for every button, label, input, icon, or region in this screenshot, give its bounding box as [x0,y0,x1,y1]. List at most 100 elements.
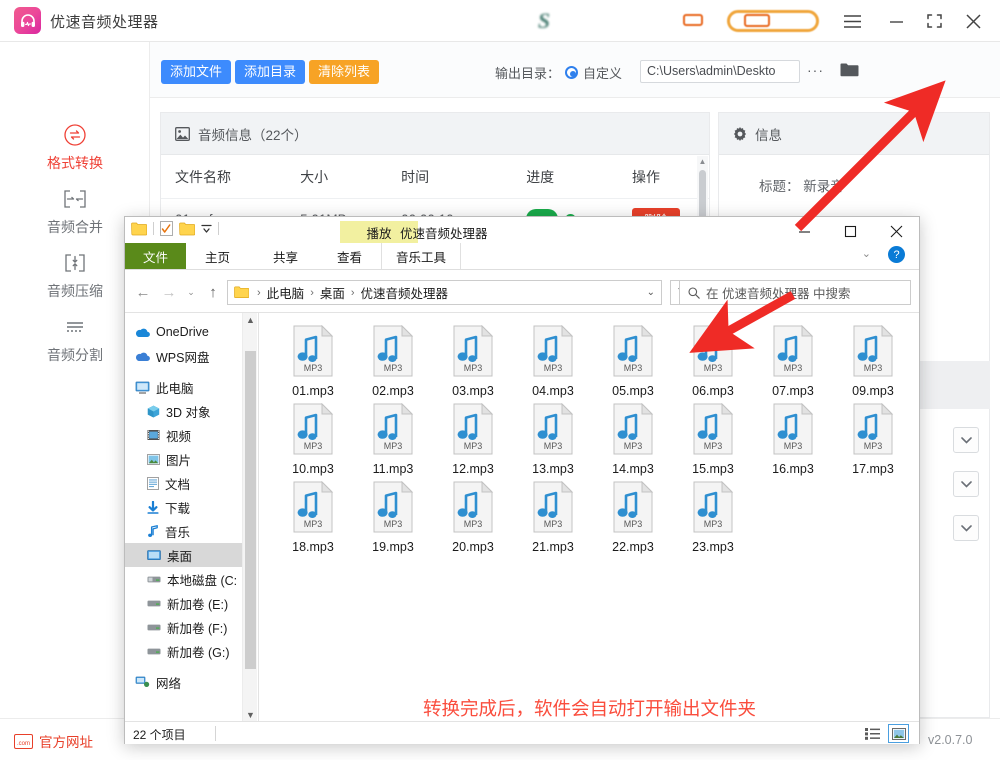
clear-list-button[interactable]: 清除列表 [309,60,380,84]
explorer-close-icon[interactable] [873,217,919,246]
tree-item-pictures[interactable]: 图片 [125,447,257,471]
dropdown-icon[interactable] [201,224,212,233]
ribbon-tab-file[interactable]: 文件 [125,243,187,269]
file-item-label: 07.mp3 [772,384,814,398]
file-item[interactable]: MP3 20.mp3 [433,480,513,559]
tree-item-label: 新加卷 (F:) [167,621,228,636]
svg-text:MP3: MP3 [704,519,723,529]
file-item[interactable]: MP3 14.mp3 [593,402,673,481]
browse-dots-button[interactable]: ··· [807,62,824,78]
explorer-minimize-icon[interactable] [781,217,827,246]
new-folder-icon[interactable] [179,222,195,236]
custom-radio-label: 自定义 [583,66,623,81]
tree-item-volume-g[interactable]: 新加卷 (G:) [125,639,257,663]
collapse-ribbon-chevron-down-icon[interactable]: ⌄ [862,247,871,260]
file-item[interactable]: MP3 15.mp3 [673,402,753,481]
file-item[interactable]: MP3 22.mp3 [593,480,673,559]
tree-item-network[interactable]: 网络 [125,670,257,694]
maximize-icon[interactable] [922,10,946,32]
add-directory-button[interactable]: 添加目录 [235,60,306,84]
tree-item-wps-cloud[interactable]: WPS网盘 [125,344,257,368]
custom-output-radio[interactable]: 自定义 [565,63,622,82]
file-item-label: 11.mp3 [372,462,414,476]
onedrive-icon [135,328,150,337]
tree-item-videos[interactable]: 视频 [125,423,257,447]
explorer-ribbon-tabs: 文件 主页 共享 查看 音乐工具 [125,243,919,269]
info-select-1[interactable] [953,427,979,453]
file-item[interactable]: MP3 01.mp3 [273,324,353,403]
redacted-element-2 [727,10,819,32]
close-icon[interactable] [961,10,985,32]
file-item[interactable]: MP3 16.mp3 [753,402,833,481]
tree-scrollbar-thumb[interactable] [245,351,256,669]
file-item[interactable]: MP3 12.mp3 [433,402,513,481]
image-info-icon [175,126,190,141]
scroll-up-icon[interactable]: ▲ [698,157,707,166]
file-item[interactable]: MP3 19.mp3 [353,480,433,559]
folder-icon[interactable] [131,222,147,236]
tree-item-this-pc[interactable]: 此电脑 [125,375,257,399]
help-icon[interactable]: ? [888,246,905,263]
tree-scroll-down-icon[interactable]: ▼ [243,710,257,720]
file-item[interactable]: MP3 04.mp3 [513,324,593,403]
file-item[interactable]: MP3 06.mp3 [673,324,753,403]
file-item[interactable]: MP3 05.mp3 [593,324,673,403]
explorer-body: OneDrive WPS网盘 此电脑 3D 对象 视频 图片 文档 下载 音乐 … [125,312,919,722]
sidebar-item-format-convert[interactable]: 格式转换 [0,120,150,173]
forward-arrow-icon[interactable]: → [159,284,179,301]
output-path-input[interactable]: C:\Users\admin\Deskto [640,60,800,83]
breadcrumb-item-0[interactable]: 此电脑 [267,283,305,302]
tree-scroll-up-icon[interactable]: ▲ [243,315,257,325]
large-icons-view-icon[interactable] [888,724,909,743]
file-item[interactable]: MP3 18.mp3 [273,480,353,559]
info-select-3[interactable] [953,515,979,541]
breadcrumb-item-2[interactable]: 优速音频处理器 [361,283,449,302]
svg-text:MP3: MP3 [464,519,483,529]
address-dropdown-chevron-down-icon[interactable]: ⌄ [647,287,655,298]
ribbon-divider [125,269,919,270]
tree-item-music[interactable]: 音乐 [125,519,257,543]
info-select-2[interactable] [953,471,979,497]
file-item[interactable]: MP3 23.mp3 [673,480,753,559]
file-item[interactable]: MP3 11.mp3 [353,402,433,481]
add-file-button[interactable]: 添加文件 [161,60,232,84]
tree-item-3d-objects[interactable]: 3D 对象 [125,399,257,423]
file-item[interactable]: MP3 07.mp3 [753,324,833,403]
tree-item-local-disk-c[interactable]: 本地磁盘 (C: [125,567,257,591]
hamburger-menu-icon[interactable] [840,10,864,32]
ribbon-tab-music-tools[interactable]: 音乐工具 [381,243,462,269]
back-arrow-icon[interactable]: ← [133,284,153,301]
tree-item-downloads[interactable]: 下载 [125,495,257,519]
file-item[interactable]: MP3 03.mp3 [433,324,513,403]
file-item[interactable]: MP3 10.mp3 [273,402,353,481]
tree-item-desktop[interactable]: 桌面 [125,543,257,567]
ribbon-tab-view[interactable]: 查看 [323,243,376,269]
ribbon-tab-home[interactable]: 主页 [191,243,244,269]
ribbon-tab-share[interactable]: 共享 [259,243,312,269]
file-item[interactable]: MP3 21.mp3 [513,480,593,559]
search-input[interactable]: 在 优速音频处理器 中搜索 [679,280,911,305]
official-website-link[interactable]: .com 官方网址 [14,731,93,751]
file-item[interactable]: MP3 17.mp3 [833,402,913,481]
explorer-window-title: 优速音频处理器 [400,227,488,241]
address-bar[interactable]: › 此电脑 › 桌面 › 优速音频处理器 ⌄ [227,280,662,305]
tree-item-documents[interactable]: 文档 [125,471,257,495]
breadcrumb-item-1[interactable]: 桌面 [320,283,345,302]
file-item[interactable]: MP3 09.mp3 [833,324,913,403]
properties-icon[interactable] [160,221,173,236]
tree-scrollbar[interactable]: ▲ ▼ [242,313,257,722]
tree-item-volume-e[interactable]: 新加卷 (E:) [125,591,257,615]
details-view-icon[interactable] [862,724,883,743]
history-dropdown-icon[interactable]: ⌄ [181,287,201,298]
explorer-maximize-icon[interactable] [827,217,873,246]
file-grid-pane[interactable]: MP3 01.mp3 MP3 02.mp3 MP3 03.mp3 MP3 04.mp3 MP3 0… [258,313,919,722]
file-item-label: 17.mp3 [852,462,894,476]
file-item[interactable]: MP3 02.mp3 [353,324,433,403]
up-arrow-icon[interactable]: ↑ [203,284,223,301]
tree-item-volume-f[interactable]: 新加卷 (F:) [125,615,257,639]
minimize-icon[interactable] [884,10,908,32]
file-item[interactable]: MP3 13.mp3 [513,402,593,481]
tree-item-onedrive[interactable]: OneDrive [125,320,257,344]
svg-text:MP3: MP3 [304,519,323,529]
folder-icon[interactable] [840,62,859,82]
